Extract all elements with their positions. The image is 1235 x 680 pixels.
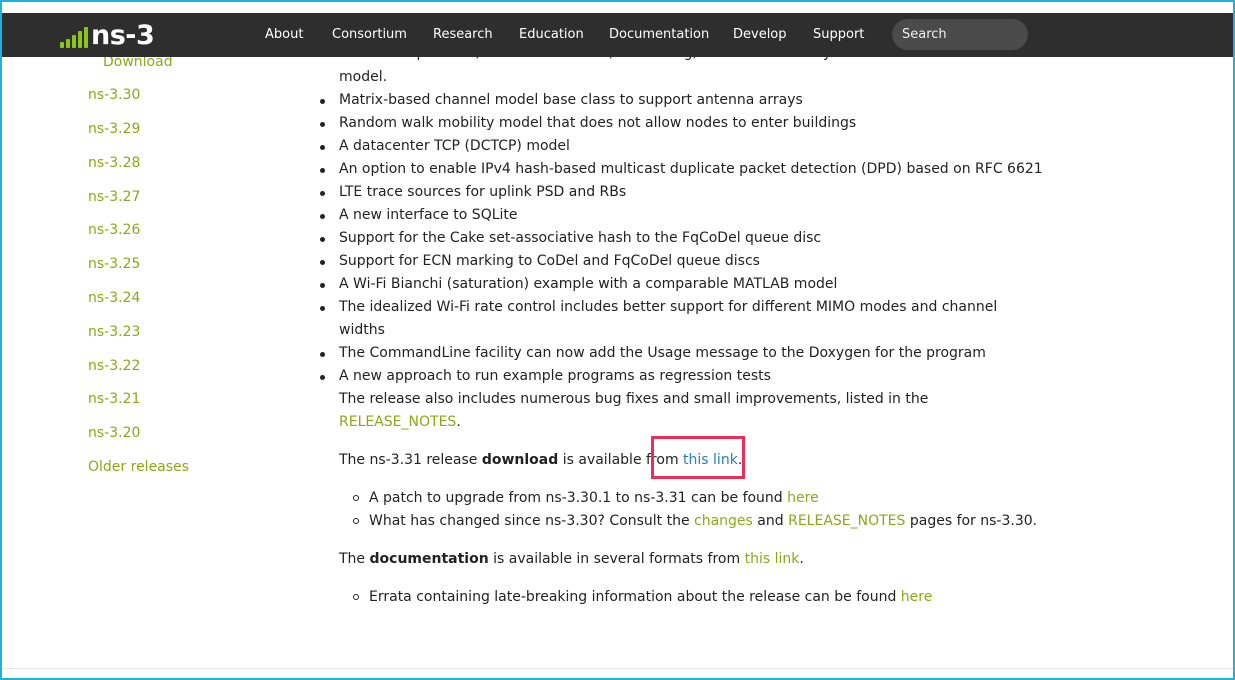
bullet-wrap-text: widths [339, 322, 385, 338]
documentation-link[interactable]: this link [745, 551, 800, 567]
feature-item: Matrix-based channel model base class to… [339, 92, 803, 108]
feature-item: A Wi-Fi Bianchi (saturation) example wit… [339, 276, 838, 292]
bullet-marker [320, 260, 325, 265]
logo-text: ns-3 [91, 20, 155, 51]
signal-bars-icon [60, 26, 88, 48]
feature-item: Support for the Cake set-associative has… [339, 230, 822, 246]
ns3-logo[interactable]: ns-3 [60, 20, 155, 51]
nav-education[interactable]: Education [519, 27, 584, 42]
footer-divider [2, 668, 1233, 669]
sub-bullet-marker [353, 518, 359, 524]
feature-item: The CommandLine facility can now add the… [339, 345, 986, 361]
feature-item: An option to enable IPv4 hash-based mult… [339, 161, 1043, 177]
sidebar-item-release[interactable]: ns-3.28 [88, 155, 140, 171]
search-input[interactable] [892, 19, 1028, 50]
bullet-marker [320, 145, 325, 150]
sidebar-item-release[interactable]: ns-3.25 [88, 256, 140, 272]
sidebar-item-release[interactable]: ns-3.20 [88, 425, 140, 441]
top-navigation-bar: ns-3 About Consortium Research Education… [2, 13, 1233, 57]
bullet-marker [320, 375, 325, 380]
sub-bullet-marker [353, 594, 359, 600]
nav-consortium[interactable]: Consortium [332, 27, 407, 42]
sidebar-item-release[interactable]: ns-3.23 [88, 324, 140, 340]
sidebar-item-release[interactable]: ns-3.26 [88, 222, 140, 238]
bullet-marker [320, 122, 325, 127]
feature-item: A datacenter TCP (DCTCP) model [339, 138, 570, 154]
bullet-marker [320, 214, 325, 219]
bullet-marker [320, 237, 325, 242]
feature-item: Random walk mobility model that does not… [339, 115, 857, 131]
nav-develop[interactable]: Develop [733, 27, 787, 42]
sidebar-item-release[interactable]: ns-3.30 [88, 87, 140, 103]
sidebar-item-release[interactable]: ns-3.24 [88, 290, 140, 306]
feature-item: The idealized Wi-Fi rate control include… [339, 299, 998, 315]
release-notes-330-link[interactable]: RELEASE_NOTES [788, 513, 905, 529]
bullet-marker [320, 283, 325, 288]
errata-link[interactable]: here [901, 589, 933, 605]
release-notes-line: RELEASE_NOTES. [339, 414, 461, 430]
bullet-marker [320, 191, 325, 196]
sidebar-item-release[interactable]: Older releases [88, 459, 189, 475]
release-notes-text: The release also includes numerous bug f… [339, 391, 929, 407]
highlight-box [651, 436, 745, 479]
feature-item: LTE trace sources for uplink PSD and RBs [339, 184, 627, 200]
sub-bullet-marker [353, 495, 359, 501]
nav-about[interactable]: About [265, 27, 303, 42]
sidebar-item-release[interactable]: ns-3.27 [88, 189, 140, 205]
patch-link[interactable]: here [787, 490, 819, 506]
partial-bullet-continuation: model. [339, 69, 388, 85]
sidebar-item-release[interactable]: ns-3.29 [88, 121, 140, 137]
errata-item: Errata containing late-breaking informat… [369, 589, 933, 605]
bullet-marker [320, 352, 325, 357]
documentation-paragraph: The documentation is available in severa… [339, 551, 804, 567]
release-notes-link[interactable]: RELEASE_NOTES [339, 414, 456, 430]
nav-documentation[interactable]: Documentation [609, 27, 709, 42]
changes-link[interactable]: changes [694, 513, 753, 529]
sidebar-item-release[interactable]: ns-3.21 [88, 391, 140, 407]
bullet-marker [320, 99, 325, 104]
feature-item: A new interface to SQLite [339, 207, 518, 223]
feature-item: A new approach to run example programs a… [339, 368, 771, 384]
sidebar-item-release[interactable]: ns-3.22 [88, 358, 140, 374]
patch-item: A patch to upgrade from ns-3.30.1 to ns-… [369, 490, 819, 506]
nav-research[interactable]: Research [433, 27, 493, 42]
nav-support[interactable]: Support [813, 27, 864, 42]
changes-item: What has changed since ns-3.30? Consult … [369, 513, 1038, 529]
bullet-marker [320, 306, 325, 311]
bullet-marker [320, 168, 325, 173]
feature-item: Support for ECN marking to CoDel and FqC… [339, 253, 760, 269]
